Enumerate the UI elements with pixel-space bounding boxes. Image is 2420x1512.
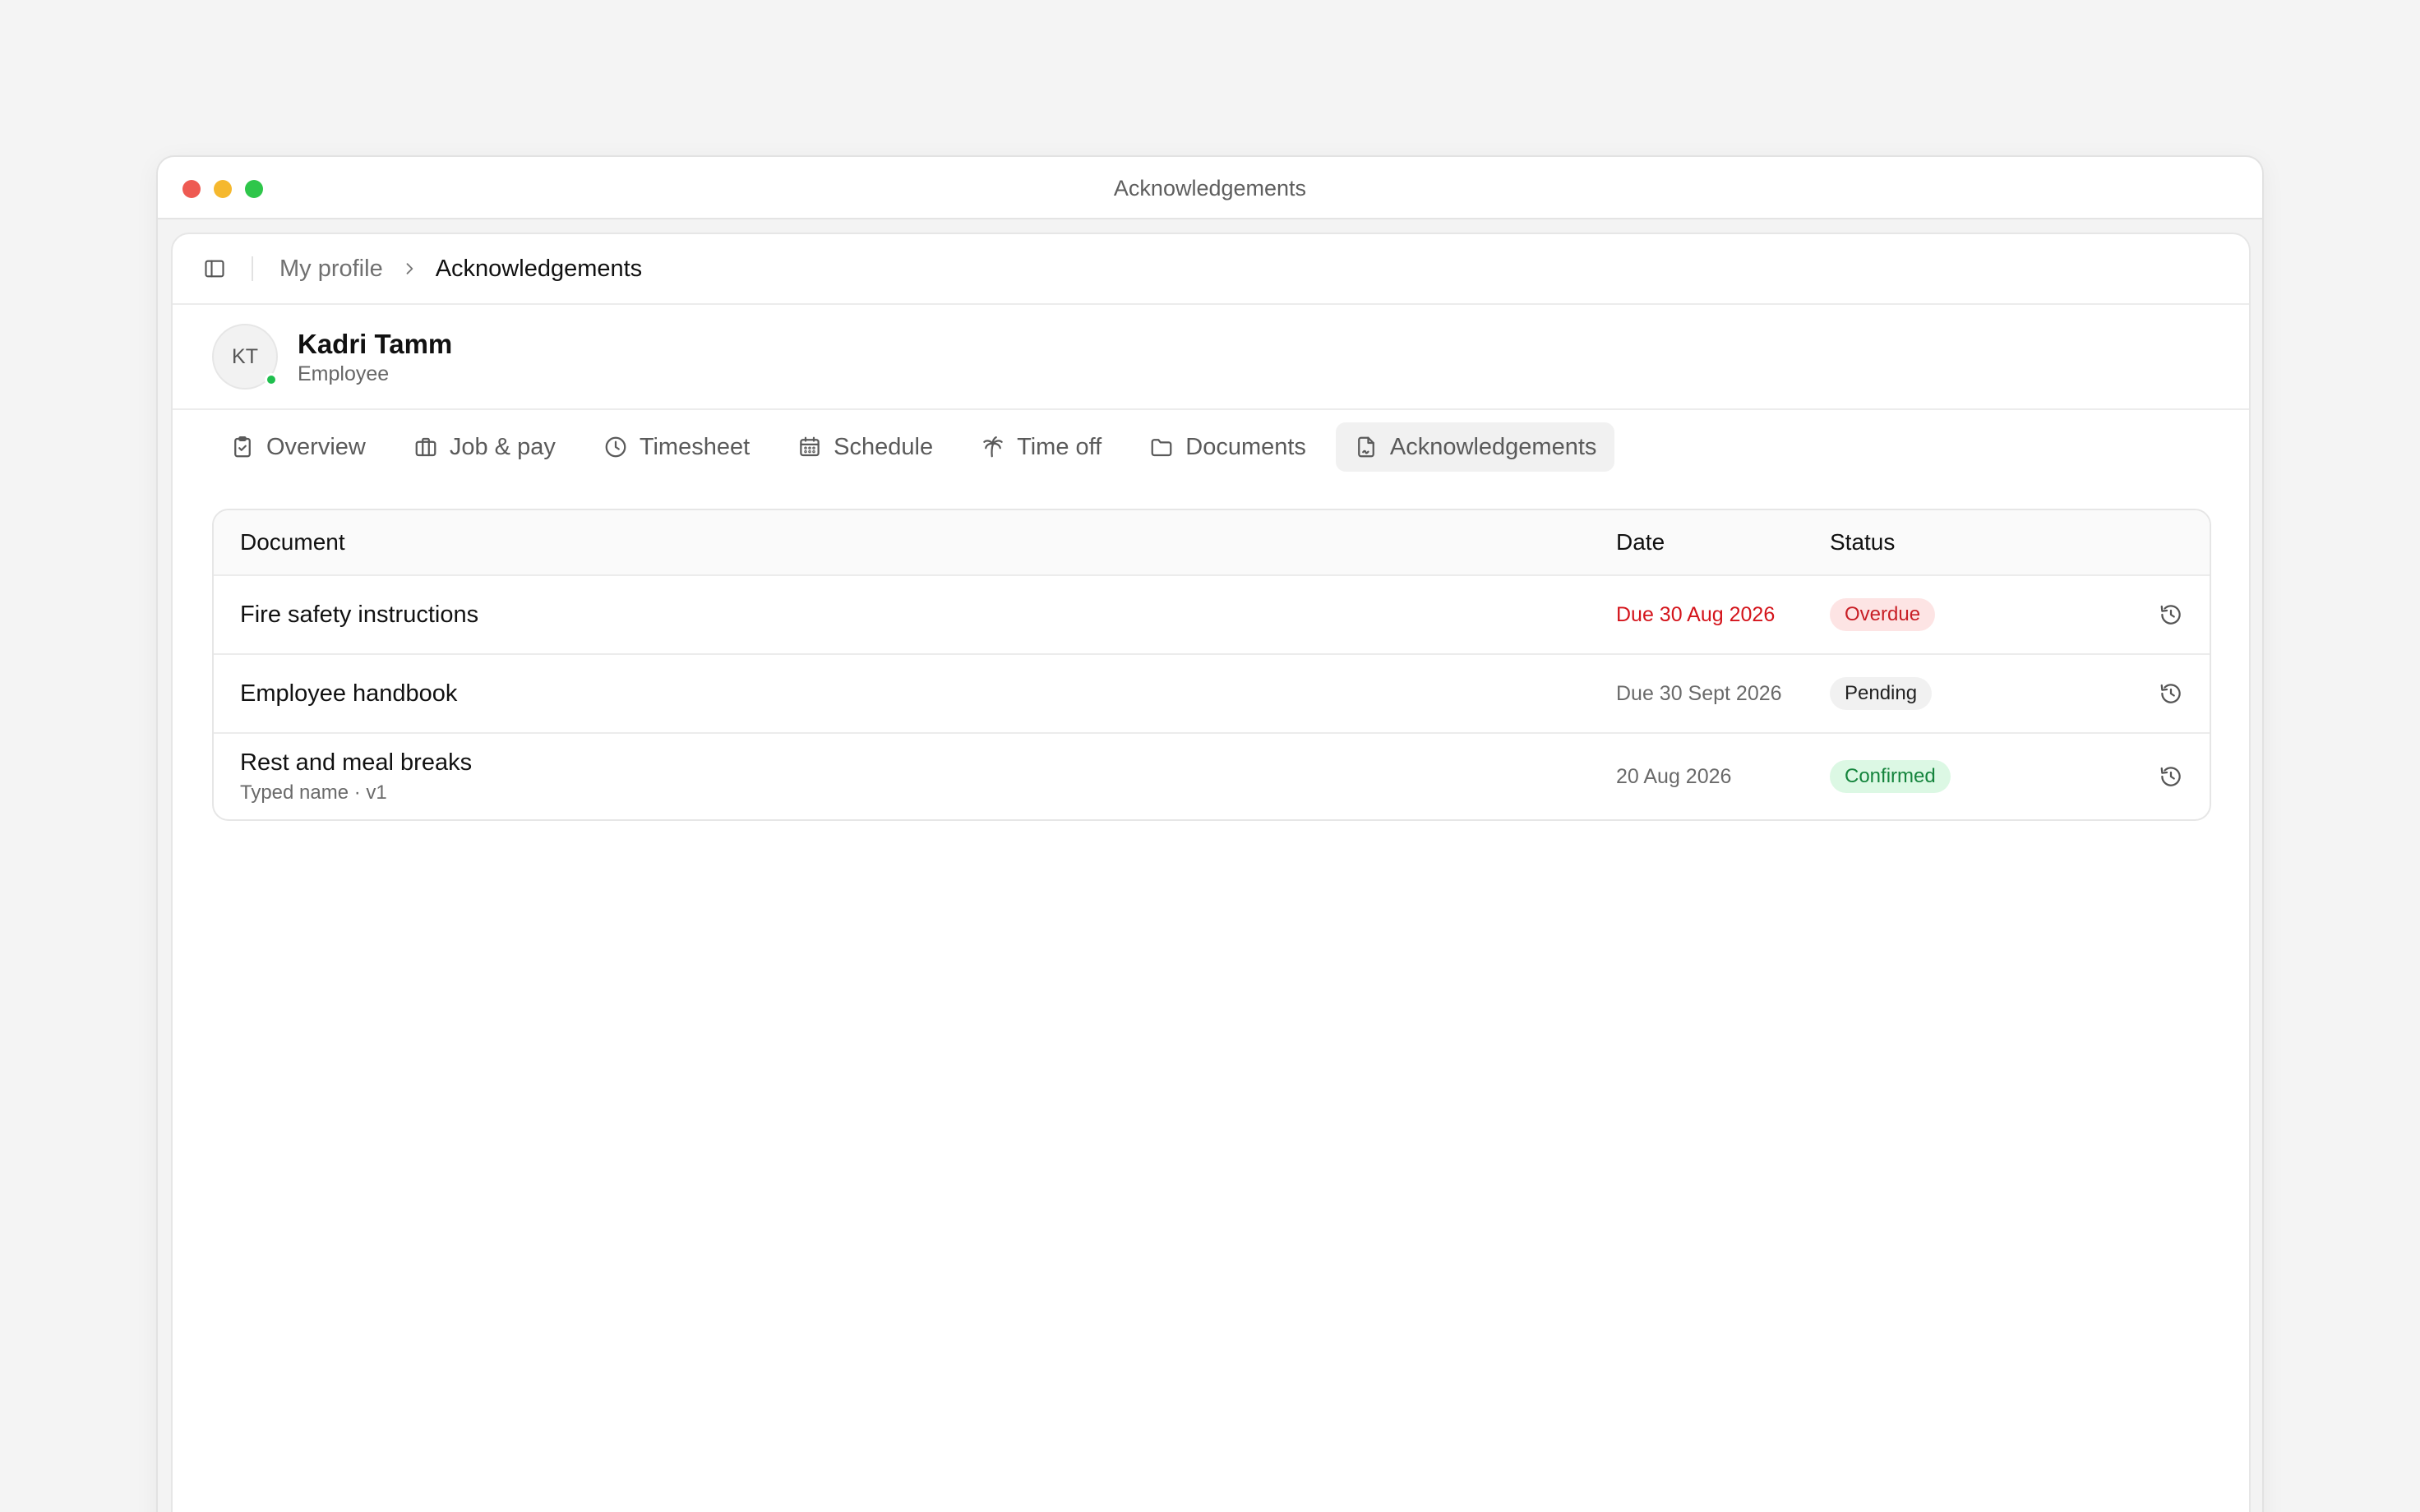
tab-label: Schedule [834, 433, 934, 460]
tab-label: Acknowledgements [1389, 433, 1597, 460]
tab-label: Timesheet [639, 433, 750, 460]
column-header-status: Status [1830, 529, 1896, 555]
folder-icon [1151, 439, 1172, 457]
action-cell [2132, 677, 2210, 710]
column-header-date: Date [1616, 529, 1665, 555]
clipboard-check-icon [234, 436, 251, 458]
breadcrumb-my-profile[interactable]: My profile [279, 256, 383, 283]
document-subtitle: Typed name · v1 [240, 781, 387, 804]
document-title: Fire safety instructions [240, 601, 479, 628]
tab-job-pay[interactable]: Job & pay [395, 422, 574, 472]
title-bar: Acknowledgements [158, 157, 2262, 219]
confirmed-date: 20 Aug 2026 [1616, 764, 1732, 788]
online-status-indicator [265, 373, 278, 386]
tab-schedule[interactable]: Schedule [779, 422, 951, 472]
document-cell: Rest and meal breaks Typed name · v1 [214, 749, 1616, 804]
document-title: Employee handbook [240, 680, 458, 707]
profile-header: KT Kadri Tamm Employee [173, 305, 2249, 410]
status-cell: Overdue [1830, 598, 2132, 631]
tab-label: Time off [1017, 433, 1102, 460]
briefcase-icon [415, 437, 436, 457]
date-cell: 20 Aug 2026 [1616, 765, 1830, 789]
chevron-right-icon [401, 260, 418, 277]
tab-time-off[interactable]: Time off [963, 422, 1120, 472]
breadcrumb-current: Acknowledgements [435, 255, 643, 282]
history-icon [2160, 767, 2181, 786]
tab-label: Job & pay [449, 433, 556, 460]
status-badge: Overdue [1830, 598, 1936, 631]
profile-tabs: Overview Job & pay Timesheet Schedule Ti… [173, 410, 2249, 484]
main-panel: My profile Acknowledgements KT Kadri Tam… [171, 233, 2251, 1512]
sidebar-icon [205, 260, 224, 278]
document-cell: Fire safety instructions [214, 602, 1616, 629]
calendar-icon [800, 436, 820, 457]
tab-label: Documents [1185, 433, 1306, 460]
history-icon [2160, 605, 2181, 625]
profile-name: Kadri Tamm [298, 328, 453, 359]
document-cell: Employee handbook [214, 680, 1616, 708]
history-button[interactable] [2154, 760, 2187, 793]
table-row[interactable]: Fire safety instructions Due 30 Aug 2026… [214, 576, 2210, 655]
due-date: Due 30 Aug 2026 [1616, 602, 1776, 626]
top-bar: My profile Acknowledgements [173, 234, 2249, 305]
tab-label: Overview [266, 433, 366, 460]
date-cell: Due 30 Aug 2026 [1616, 603, 1830, 627]
divider [252, 256, 253, 281]
acknowledgements-table: Document Date Status Fire safety instruc… [212, 509, 2211, 821]
app-window: Acknowledgements My profile Acknowledgem… [156, 155, 2264, 1512]
table-row[interactable]: Rest and meal breaks Typed name · v1 20 … [214, 734, 2210, 819]
breadcrumb: My profile Acknowledgements [279, 256, 642, 283]
profile-info: Kadri Tamm Employee [298, 328, 452, 386]
avatar-initials: KT [232, 344, 258, 368]
table-header: Document Date Status [214, 510, 2210, 576]
avatar: KT [212, 324, 278, 390]
window-title: Acknowledgements [1113, 176, 1307, 201]
action-cell [2132, 598, 2210, 631]
tab-acknowledgements[interactable]: Acknowledgements [1335, 422, 1615, 472]
file-signature-icon [1358, 436, 1374, 458]
column-header-document: Document [240, 529, 345, 555]
tab-timesheet[interactable]: Timesheet [585, 422, 768, 472]
status-badge: Confirmed [1830, 760, 1951, 793]
clock-icon [605, 436, 626, 458]
date-cell: Due 30 Sept 2026 [1616, 682, 1830, 706]
status-badge: Pending [1830, 677, 1933, 710]
status-cell: Confirmed [1830, 760, 2132, 793]
sidebar-toggle-button[interactable] [202, 256, 227, 281]
document-title: Rest and meal breaks [240, 749, 473, 776]
table-row[interactable]: Employee handbook Due 30 Sept 2026 Pendi… [214, 655, 2210, 734]
profile-role: Employee [298, 362, 390, 385]
status-cell: Pending [1830, 677, 2132, 710]
due-date: Due 30 Sept 2026 [1616, 681, 1782, 705]
action-cell [2132, 760, 2210, 793]
palm-tree-icon [983, 436, 1003, 458]
tab-documents[interactable]: Documents [1131, 422, 1324, 472]
history-icon [2160, 684, 2181, 703]
history-button[interactable] [2154, 598, 2187, 631]
history-button[interactable] [2154, 677, 2187, 710]
tab-overview[interactable]: Overview [212, 422, 384, 472]
